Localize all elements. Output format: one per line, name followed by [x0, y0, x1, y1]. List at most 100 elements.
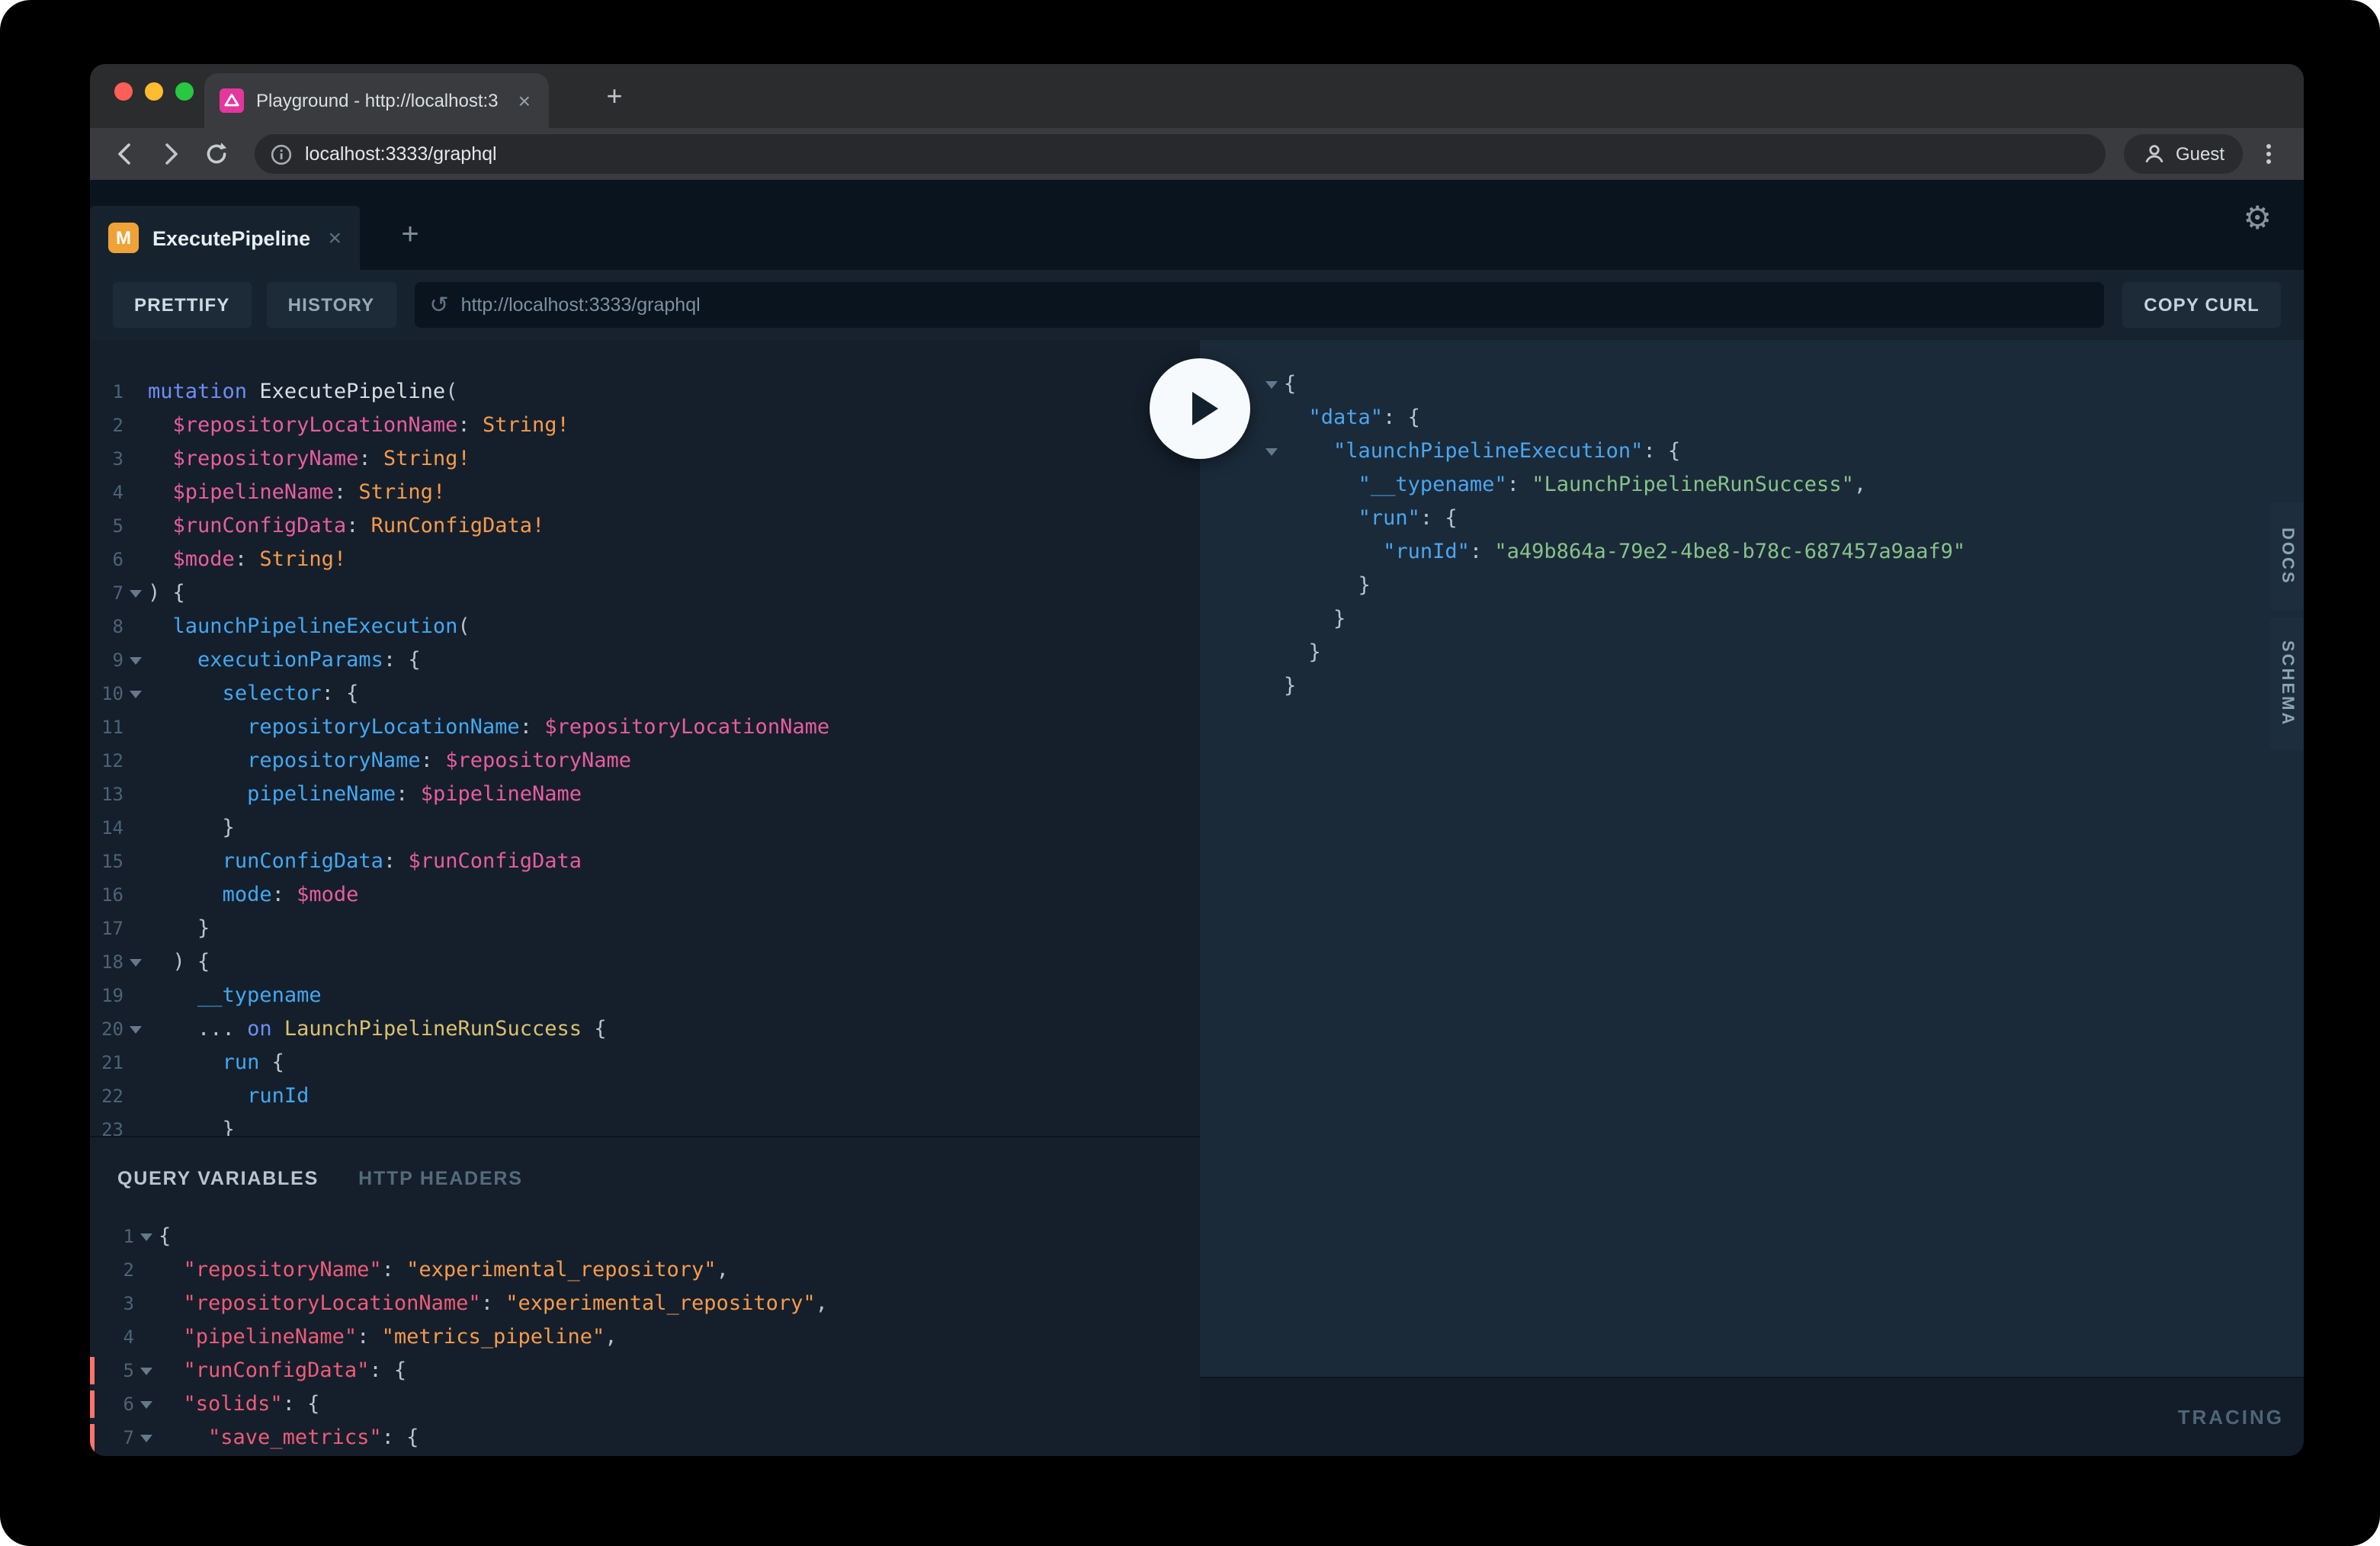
- endpoint-input[interactable]: ↺ http://localhost:3333/graphql: [414, 282, 2104, 328]
- new-session-button[interactable]: +: [392, 217, 428, 253]
- code-text: }: [1284, 569, 1371, 602]
- line-number: 3: [90, 442, 123, 476]
- line-number: 7: [90, 576, 123, 610]
- code-text: launchPipelineExecution(: [148, 610, 470, 643]
- browser-window: Playground - http://localhost:3 × + loca…: [90, 64, 2304, 1456]
- line-number: 22: [90, 1079, 123, 1113]
- code-text: "launchPipelineExecution": {: [1284, 435, 1680, 468]
- session-tab[interactable]: M ExecutePipeline ×: [90, 206, 360, 270]
- fold-slot: [123, 1113, 148, 1136]
- forward-icon[interactable]: [151, 134, 191, 174]
- query-code: 1mutation ExecutePipeline(2 $repositoryL…: [90, 375, 1200, 1136]
- tab-http-headers[interactable]: HTTP HEADERS: [358, 1168, 523, 1189]
- fold-slot: [123, 710, 148, 744]
- reload-icon[interactable]: [197, 134, 236, 174]
- tab-query-variables[interactable]: QUERY VARIABLES: [117, 1168, 319, 1189]
- code-text: runConfigData: $runConfigData: [148, 845, 582, 878]
- fold-arrow-icon[interactable]: [123, 1012, 148, 1046]
- code-text: }: [1284, 669, 1296, 703]
- fold-slot: [123, 1046, 148, 1079]
- code-line: }: [1259, 569, 2304, 602]
- session-close-icon[interactable]: ×: [328, 226, 342, 249]
- back-icon[interactable]: [105, 134, 145, 174]
- close-window-button[interactable]: [114, 82, 133, 101]
- response-code: { "data": { "launchPipelineExecution": {…: [1200, 367, 2304, 703]
- tab-docs[interactable]: DOCS: [2270, 503, 2304, 610]
- code-text: }: [1284, 636, 1321, 669]
- line-number: 8: [90, 610, 123, 643]
- code-line: 22 runId: [90, 1079, 1200, 1113]
- code-text: $repositoryLocationName: String!: [148, 409, 569, 442]
- minimize-window-button[interactable]: [145, 82, 163, 101]
- line-number: 6: [90, 1387, 134, 1421]
- line-number: 4: [90, 1320, 134, 1354]
- code-line: 23 }: [90, 1113, 1200, 1136]
- line-number: 9: [90, 643, 123, 677]
- fold-slot: [123, 509, 148, 543]
- profile-label: Guest: [2176, 143, 2224, 165]
- line-number: 18: [90, 945, 123, 979]
- site-info-icon[interactable]: [270, 143, 293, 165]
- fold-arrow-icon[interactable]: [123, 677, 148, 710]
- browser-tab[interactable]: Playground - http://localhost:3 ×: [204, 73, 549, 128]
- code-line: 13 pipelineName: $pipelineName: [90, 778, 1200, 811]
- code-line: 2 "repositoryName": "experimental_reposi…: [90, 1253, 1200, 1287]
- code-text: }: [148, 912, 210, 945]
- query-editor[interactable]: 1mutation ExecutePipeline(2 $repositoryL…: [90, 340, 1200, 1136]
- prettify-button[interactable]: PRETTIFY: [113, 282, 252, 328]
- fold-arrow-icon[interactable]: [1259, 435, 1284, 468]
- execute-play-button[interactable]: [1150, 358, 1250, 459]
- code-line: 15 runConfigData: $runConfigData: [90, 845, 1200, 878]
- code-text: $runConfigData: RunConfigData!: [148, 509, 544, 543]
- close-tab-icon[interactable]: ×: [515, 87, 534, 114]
- variables-panel[interactable]: QUERY VARIABLES HTTP HEADERS 1{2 "reposi…: [90, 1136, 1200, 1456]
- fold-slot: [123, 778, 148, 811]
- copy-curl-button[interactable]: COPY CURL: [2122, 282, 2281, 328]
- endpoint-reload-icon[interactable]: ↺: [429, 291, 448, 319]
- line-number: 12: [90, 744, 123, 778]
- line-number: 21: [90, 1046, 123, 1079]
- fold-arrow-icon[interactable]: [134, 1354, 159, 1387]
- endpoint-url: http://localhost:3333/graphql: [461, 294, 701, 316]
- settings-gear-icon[interactable]: ⚙: [2243, 203, 2272, 235]
- code-line: 2 $repositoryLocationName: String!: [90, 409, 1200, 442]
- fold-slot: [1259, 535, 1284, 569]
- address-bar[interactable]: localhost:3333/graphql: [255, 134, 2106, 174]
- new-tab-button[interactable]: +: [596, 78, 633, 114]
- fold-arrow-icon[interactable]: [123, 643, 148, 677]
- code-line: }: [1259, 669, 2304, 703]
- variables-header: QUERY VARIABLES HTTP HEADERS: [90, 1137, 1200, 1198]
- line-number: 20: [90, 1012, 123, 1046]
- fold-arrow-icon[interactable]: [134, 1220, 159, 1253]
- code-text: repositoryName: $repositoryName: [148, 744, 631, 778]
- code-line: 5 $runConfigData: RunConfigData!: [90, 509, 1200, 543]
- code-line: 6 $mode: String!: [90, 543, 1200, 576]
- line-number: 10: [90, 677, 123, 710]
- fold-slot: [123, 811, 148, 845]
- code-text: "pipelineName": "metrics_pipeline",: [159, 1320, 617, 1354]
- tab-schema[interactable]: SCHEMA: [2270, 617, 2304, 750]
- profile-button[interactable]: Guest: [2124, 134, 2243, 174]
- code-line: "run": {: [1259, 502, 2304, 535]
- fold-arrow-icon[interactable]: [134, 1421, 159, 1455]
- line-number: 23: [90, 1113, 123, 1136]
- code-text: ... on LaunchPipelineRunSuccess {: [148, 1012, 607, 1046]
- kebab-menu-icon[interactable]: [2249, 134, 2289, 174]
- history-button[interactable]: HISTORY: [267, 282, 396, 328]
- tracing-bar[interactable]: TRACING: [1200, 1377, 2304, 1456]
- code-text: {: [159, 1220, 171, 1253]
- code-line: 21 run {: [90, 1046, 1200, 1079]
- fold-arrow-icon[interactable]: [123, 945, 148, 979]
- line-number: 2: [90, 1253, 134, 1287]
- address-text: localhost:3333/graphql: [305, 143, 497, 165]
- fold-arrow-icon[interactable]: [123, 576, 148, 610]
- fold-slot: [134, 1287, 159, 1320]
- zoom-window-button[interactable]: [175, 82, 194, 101]
- fold-arrow-icon[interactable]: [1259, 367, 1284, 401]
- code-line: 5 "runConfigData": {: [90, 1354, 1200, 1387]
- fold-arrow-icon[interactable]: [134, 1387, 159, 1421]
- code-text: executionParams: {: [148, 643, 421, 677]
- fold-slot: [134, 1320, 159, 1354]
- fold-slot: [123, 375, 148, 409]
- line-number: 16: [90, 878, 123, 912]
